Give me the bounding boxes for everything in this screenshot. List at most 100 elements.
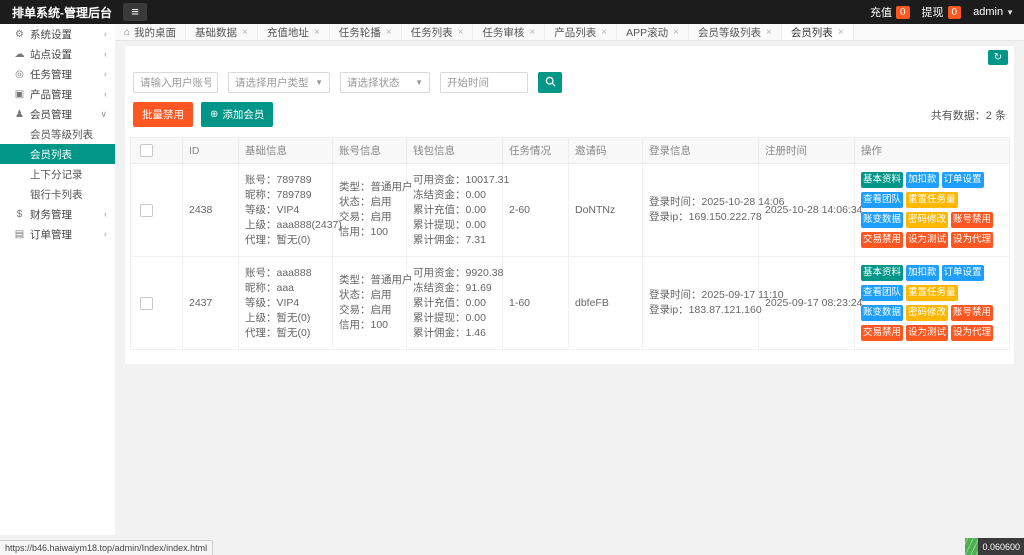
sidebar-subitem-label: 会员列表	[30, 147, 72, 162]
tab-1[interactable]: 基础数据×	[186, 24, 258, 40]
action-button-8[interactable]: 交易禁用	[861, 325, 903, 341]
action-button-9[interactable]: 设为测试	[906, 325, 948, 341]
filter-bar: 请选择用户类型 ▼ 请选择状态 ▼	[133, 72, 1009, 93]
cell-line: 可用资金：10017.31	[413, 173, 496, 188]
start-time-input[interactable]	[440, 72, 528, 93]
sidebar-subitem-4-0[interactable]: 会员等级列表	[0, 124, 115, 144]
search-button[interactable]	[538, 72, 562, 93]
action-button-1[interactable]: 加扣款	[906, 172, 939, 188]
table-row-0: 2438账号：789789昵称：789789等级：VIP4上级：aaa888(2…	[131, 164, 1010, 257]
action-button-7[interactable]: 账号禁用	[951, 305, 993, 321]
close-icon[interactable]: ×	[838, 27, 844, 38]
tab-label: APP滚动	[626, 25, 668, 40]
sidebar-item-3[interactable]: ▣产品管理‹	[0, 84, 115, 104]
sidebar-item-label: 会员管理	[30, 107, 72, 122]
action-button-6[interactable]: 密码修改	[906, 212, 948, 228]
close-icon[interactable]: ×	[601, 27, 607, 38]
sidebar-item-1[interactable]: ☁站点设置‹	[0, 44, 115, 64]
tab-5[interactable]: 任务审核 ×	[473, 24, 545, 40]
refresh-button[interactable]: ↻	[988, 50, 1008, 65]
batch-disable-button[interactable]: 批量禁用	[133, 102, 193, 127]
action-button-9[interactable]: 设为测试	[906, 232, 948, 248]
sidebar-subitem-label: 上下分记录	[30, 167, 83, 182]
tab-label: 任务审核	[482, 25, 524, 40]
close-icon[interactable]: ×	[766, 27, 772, 38]
sidebar-item-4[interactable]: ♟会员管理∨	[0, 104, 115, 124]
th-4: 任务情况	[503, 138, 569, 164]
action-button-6[interactable]: 密码修改	[906, 305, 948, 321]
tab-label: 充值地址	[267, 25, 309, 40]
cell-line: 冻结资金：91.69	[413, 281, 496, 296]
row-checkbox[interactable]	[140, 204, 153, 217]
action-button-8[interactable]: 交易禁用	[861, 232, 903, 248]
action-button-1[interactable]: 加扣款	[906, 265, 939, 281]
add-member-button[interactable]: ⊕ 添加会员	[201, 102, 273, 127]
sidebar-item-0[interactable]: ⚙系统设置‹	[0, 24, 115, 44]
th-0: ID	[183, 138, 239, 164]
tab-8[interactable]: 会员等级列表×	[689, 24, 782, 40]
action-button-5[interactable]: 账变数据	[861, 212, 903, 228]
total-count-text: 共有数据：2 条	[931, 107, 1006, 123]
tab-4[interactable]: 任务列表×	[402, 24, 474, 40]
select-all-checkbox[interactable]	[140, 144, 153, 157]
cell-id: 2438	[183, 164, 239, 257]
action-button-2[interactable]: 订单设置	[942, 265, 984, 281]
sidebar-subitem-4-3[interactable]: 银行卡列表	[0, 184, 115, 204]
user-type-select[interactable]: 请选择用户类型 ▼	[228, 72, 330, 93]
cell-line: 登录ip：169.150.222.78	[649, 210, 752, 225]
action-buttons: 基本资料加扣款订单设置查看团队重置任务量账变数据密码修改账号禁用交易禁用设为测试…	[861, 263, 1003, 343]
tab-0[interactable]: ⌂ 我的桌面	[115, 24, 186, 40]
close-icon[interactable]: ×	[529, 27, 535, 38]
tab-2[interactable]: 充值地址 ×	[258, 24, 330, 40]
recharge-notice[interactable]: 充值 0	[870, 4, 910, 20]
close-icon[interactable]: ×	[458, 27, 464, 38]
action-button-3[interactable]: 查看团队	[861, 285, 903, 301]
chevron-left-icon: ‹	[104, 89, 107, 99]
tab-7[interactable]: APP滚动 ×	[617, 24, 689, 40]
user-menu[interactable]: admin ▼	[973, 6, 1014, 18]
username: admin	[973, 6, 1003, 18]
tab-9[interactable]: 会员列表 ×	[782, 24, 854, 40]
sidebar-subitem-4-1[interactable]: 会员列表	[0, 144, 115, 164]
cell-line: 类型：普通用户	[339, 180, 400, 195]
action-button-4[interactable]: 重置任务量	[906, 192, 958, 208]
th-6: 登录信息	[643, 138, 759, 164]
sidebar-item-2[interactable]: ◎任务管理‹	[0, 64, 115, 84]
leaf-icon	[965, 538, 978, 555]
close-icon[interactable]: ×	[386, 27, 392, 38]
sidebar-toggle-icon[interactable]: ≡	[123, 3, 147, 21]
sidebar-item-5[interactable]: $财务管理‹	[0, 204, 115, 224]
sidebar: ⚙系统设置‹☁站点设置‹◎任务管理‹▣产品管理‹♟会员管理∨会员等级列表会员列表…	[0, 24, 115, 535]
tab-6[interactable]: 产品列表×	[545, 24, 617, 40]
tab-label: 会员列表	[791, 25, 833, 40]
action-button-0[interactable]: 基本资料	[861, 172, 903, 188]
action-button-4[interactable]: 重置任务量	[906, 285, 958, 301]
chevron-left-icon: ‹	[104, 29, 107, 39]
close-icon[interactable]: ×	[242, 27, 248, 38]
action-button-10[interactable]: 设为代理	[951, 325, 993, 341]
recharge-count-badge: 0	[896, 6, 910, 19]
close-icon[interactable]: ×	[673, 27, 679, 38]
action-button-10[interactable]: 设为代理	[951, 232, 993, 248]
close-icon[interactable]: ×	[314, 27, 320, 38]
sidebar-item-label: 站点设置	[30, 47, 72, 62]
status-placeholder: 请选择状态	[347, 75, 400, 90]
withdraw-notice[interactable]: 提现 0	[922, 4, 962, 20]
status-select[interactable]: 请选择状态 ▼	[340, 72, 430, 93]
action-button-7[interactable]: 账号禁用	[951, 212, 993, 228]
cell-login-info: 登录时间：2025-10-28 14:06登录ip：169.150.222.78	[643, 164, 759, 257]
tab-3[interactable]: 任务轮播×	[330, 24, 402, 40]
action-button-2[interactable]: 订单设置	[942, 172, 984, 188]
cell-line: 2437	[189, 296, 232, 311]
row-checkbox[interactable]	[140, 297, 153, 310]
cell-line: 代理：暂无(0)	[245, 326, 326, 341]
sidebar-item-6[interactable]: ▤订单管理‹	[0, 224, 115, 244]
action-button-0[interactable]: 基本资料	[861, 265, 903, 281]
home-icon: ⌂	[124, 27, 130, 38]
account-search-input[interactable]	[133, 72, 218, 93]
tab-label: 我的桌面	[134, 25, 176, 40]
th-1: 基础信息	[239, 138, 333, 164]
action-button-5[interactable]: 账变数据	[861, 305, 903, 321]
action-button-3[interactable]: 查看团队	[861, 192, 903, 208]
sidebar-subitem-4-2[interactable]: 上下分记录	[0, 164, 115, 184]
